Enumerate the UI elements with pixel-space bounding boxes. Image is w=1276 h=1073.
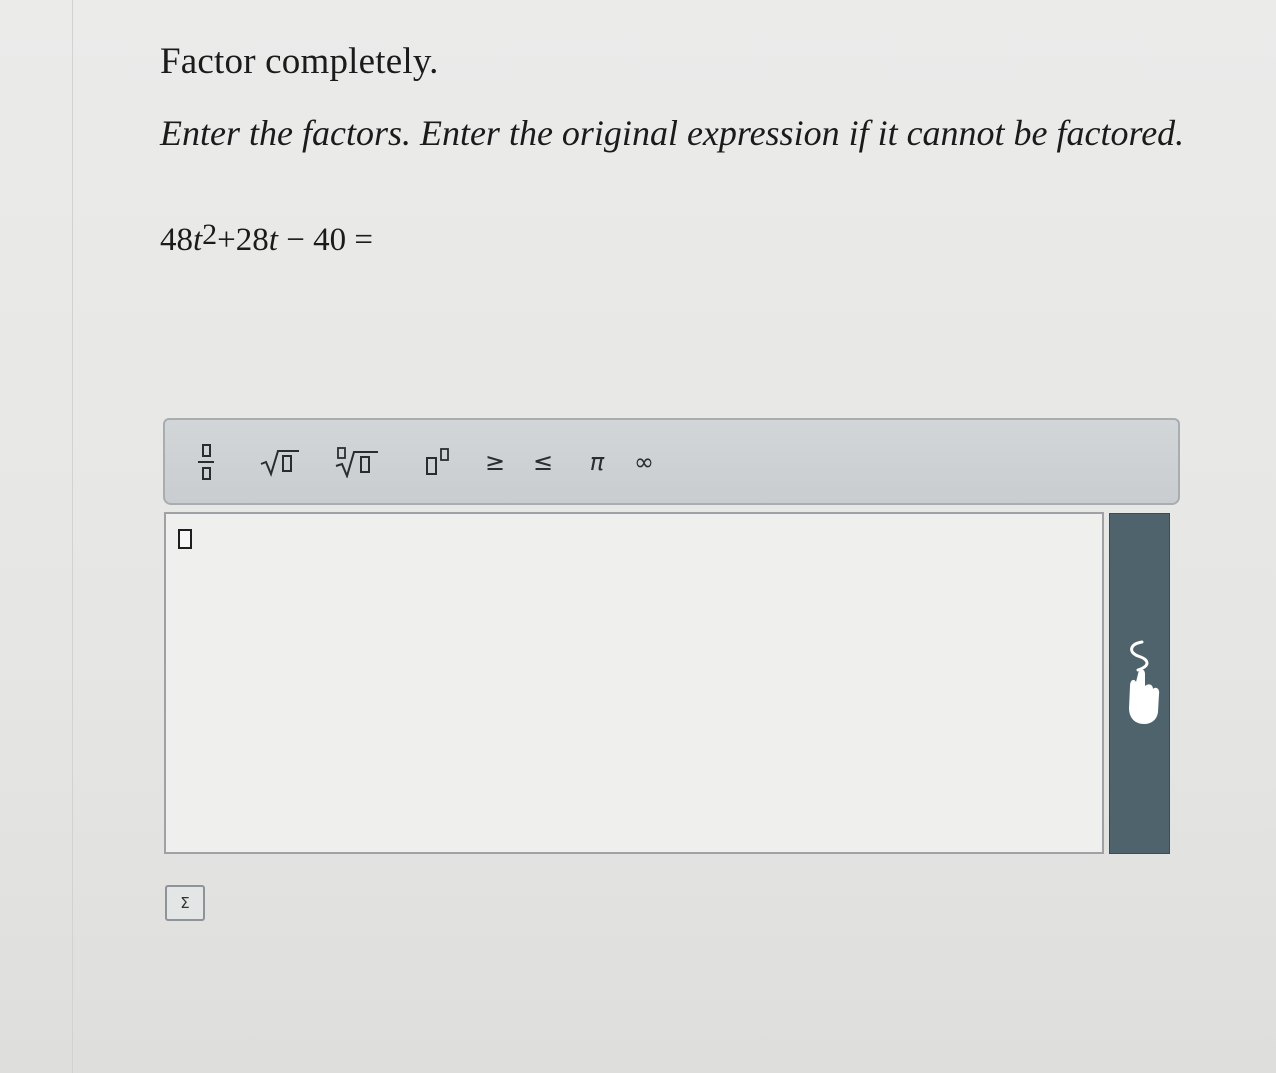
sigma-label: Σ — [180, 894, 190, 912]
expression-variable: t — [193, 222, 203, 258]
infinity-label: ∞ — [634, 447, 654, 476]
expression-term: +28 — [217, 222, 269, 258]
question-title: Factor completely. — [160, 41, 439, 82]
less-equal-button[interactable]: ≤ — [531, 420, 555, 503]
input-placeholder-box[interactable] — [178, 529, 192, 549]
handwriting-panel-button[interactable] — [1109, 513, 1170, 854]
answer-input[interactable] — [164, 512, 1104, 854]
math-expression: 48t2+28t − 40 = — [160, 218, 373, 259]
exponent-button[interactable] — [423, 420, 457, 503]
sigma-button[interactable]: Σ — [165, 885, 205, 921]
less-equal-label: ≤ — [532, 447, 554, 476]
left-divider — [72, 0, 73, 1073]
square-root-icon — [260, 449, 299, 477]
square-root-button[interactable] — [257, 420, 303, 503]
infinity-button[interactable]: ∞ — [627, 420, 661, 503]
fraction-button[interactable] — [191, 420, 221, 503]
expression-constant: − 40 = — [277, 222, 373, 258]
greater-equal-button[interactable]: ≥ — [483, 420, 507, 503]
expression-coefficient: 48 — [160, 222, 193, 258]
nth-root-button[interactable] — [333, 420, 381, 503]
question-instructions: Enter the factors. Enter the original ex… — [160, 113, 1185, 153]
pi-button[interactable]: π — [585, 420, 609, 503]
nth-root-icon — [335, 446, 378, 478]
expression-exponent: 2 — [202, 218, 218, 251]
superscript-icon — [426, 447, 449, 475]
expression-variable: t — [268, 222, 278, 258]
pi-label: π — [589, 447, 605, 476]
page: Factor completely. Enter the factors. En… — [0, 0, 1276, 1073]
fraction-icon — [201, 443, 211, 457]
greater-equal-label: ≥ — [484, 447, 506, 476]
math-toolbar: ≥ ≤ π ∞ — [163, 418, 1180, 505]
hand-draw-icon — [1129, 640, 1160, 724]
